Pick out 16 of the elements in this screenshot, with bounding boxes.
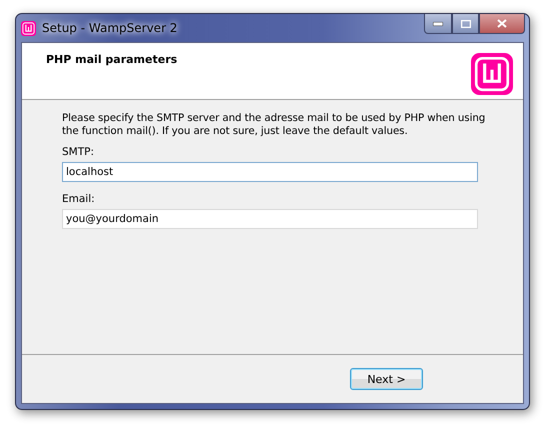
logo-icon	[471, 53, 513, 95]
maximize-button[interactable]	[452, 14, 479, 34]
maximize-icon	[460, 20, 470, 28]
window-title: Setup - WampServer 2	[42, 21, 178, 35]
next-button[interactable]: Next >	[350, 368, 423, 390]
field-label: SMTP:	[62, 146, 96, 158]
minimize-button[interactable]	[424, 14, 452, 34]
minimize-icon	[433, 22, 443, 26]
input-field[interactable]: localhost	[62, 162, 478, 182]
close-button[interactable]	[479, 14, 525, 34]
logo-icon	[21, 20, 36, 36]
field-label: Email:	[62, 193, 96, 205]
description-text: Please specify the SMTP server and the adresse mail to be used by PHP when using the function mail(). If you are not sure, just leave the default values.	[62, 112, 486, 138]
input-field[interactable]: you@yourdomain	[62, 209, 478, 229]
close-icon	[497, 19, 507, 28]
page-title: PHP mail parameters	[46, 53, 178, 68]
